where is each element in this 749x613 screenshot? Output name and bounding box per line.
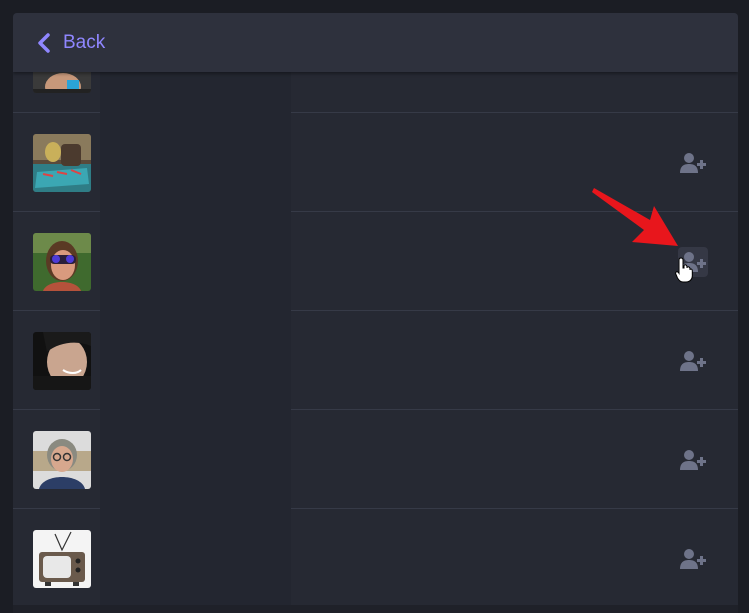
hand-pointer-icon (675, 257, 693, 283)
add-user-icon (680, 351, 706, 371)
add-user-icon (680, 549, 706, 569)
add-friend-button[interactable] (678, 346, 708, 376)
chevron-left-icon (38, 32, 50, 53)
add-user-icon (680, 153, 706, 173)
add-friend-button[interactable] (678, 544, 708, 574)
avatar[interactable] (33, 431, 91, 489)
panel-bottom-edge (13, 605, 738, 613)
avatar[interactable] (33, 233, 91, 291)
panel-header: Back (13, 13, 738, 72)
back-label: Back (63, 31, 106, 53)
friend-suggestions-panel: Back (13, 13, 738, 613)
names-column (100, 72, 291, 613)
add-user-icon (680, 450, 706, 470)
avatar[interactable] (33, 530, 91, 588)
add-friend-button[interactable] (678, 148, 708, 178)
add-friend-button[interactable] (678, 445, 708, 475)
avatar[interactable] (33, 134, 91, 192)
avatar[interactable] (33, 332, 91, 390)
red-arrow-icon (592, 188, 678, 246)
back-button[interactable]: Back (37, 23, 105, 63)
